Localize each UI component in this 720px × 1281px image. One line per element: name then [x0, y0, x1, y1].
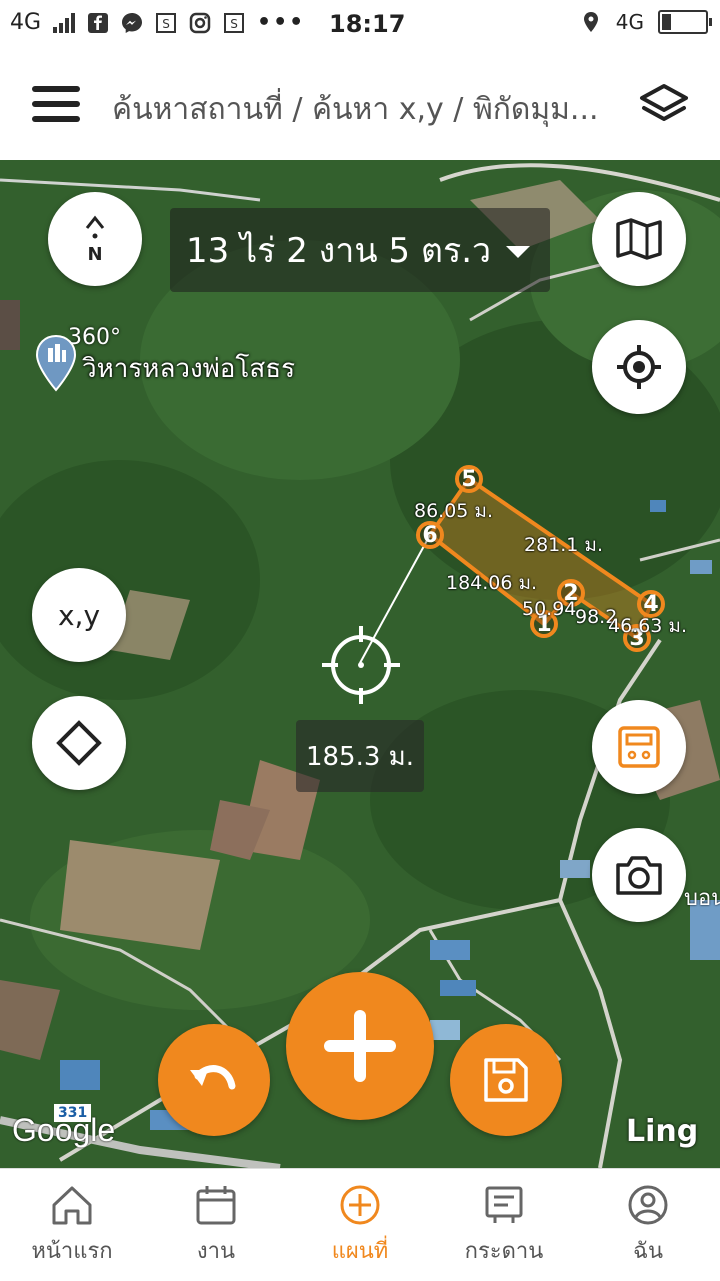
segment-length-6-1: 184.06 ม. [446, 572, 538, 594]
nav-me[interactable]: ฉัน [576, 1169, 720, 1281]
nav-board-label: กระดาน [464, 1239, 544, 1264]
undo-icon [190, 1065, 236, 1090]
nav-me-label: ฉัน [632, 1239, 664, 1264]
crosshair-icon [322, 626, 400, 704]
sticker-icon-2: S [224, 12, 245, 33]
shape-tool-button[interactable] [32, 696, 126, 790]
camera-icon [616, 856, 662, 895]
camera-button[interactable] [592, 828, 686, 922]
nav-tasks[interactable]: งาน [144, 1169, 288, 1281]
more-notifications-icon: ••• [257, 10, 306, 35]
place-name-label[interactable]: วิหารหลวงพ่อโสธร [82, 348, 295, 389]
chevron-down-icon [506, 246, 530, 258]
area-summary-dropdown[interactable]: 13 ไร่ 2 งาน 5 ตร.ว [170, 208, 550, 292]
xy-label: x,y [57, 598, 101, 632]
add-point-button[interactable] [286, 972, 434, 1120]
calendar-icon [196, 1186, 236, 1225]
nav-home-label: หน้าแรก [31, 1239, 113, 1264]
signal-icon [53, 12, 76, 33]
diamond-icon [56, 720, 102, 766]
sticker-icon: S [156, 12, 177, 33]
map-edge-label: บอน [684, 886, 720, 911]
compass-north-label: N [87, 244, 103, 265]
nav-home[interactable]: หน้าแรก [0, 1169, 144, 1281]
board-icon [485, 1186, 523, 1223]
segment-length-3-4: 46.63 ม. [608, 615, 687, 637]
compass-button[interactable]: N [48, 192, 142, 286]
xy-search-button[interactable]: x,y [32, 568, 126, 662]
floppy-disk-icon [484, 1058, 528, 1102]
segment-length-5-4: 281.1 ม. [524, 534, 603, 556]
calculator-button[interactable] [592, 700, 686, 794]
menu-icon[interactable] [32, 86, 80, 122]
nav-tasks-label: งาน [196, 1239, 236, 1264]
map-view[interactable]: 1 2 3 4 5 6 86.05 ม. 281.1 ม. 184.06 ม. … [0, 160, 720, 1168]
app-header: ค้นหาสถานที่ / ค้นหา x,y / พิกัดมุม... [0, 50, 720, 160]
undo-button[interactable] [158, 1024, 270, 1136]
plus-icon [324, 1010, 396, 1082]
nav-board[interactable]: กระดาน [432, 1169, 576, 1281]
save-button[interactable] [450, 1024, 562, 1136]
map-type-button[interactable] [592, 192, 686, 286]
nav-map[interactable]: แผนที่ [288, 1169, 432, 1281]
layers-icon[interactable] [638, 82, 690, 126]
svg-text:S: S [162, 17, 170, 31]
segment-length-1-2: 50.94 [522, 598, 577, 620]
status-right: 4G [580, 10, 712, 34]
clock: 18:17 [329, 10, 406, 38]
battery-icon [658, 10, 712, 34]
nav-map-label: แผนที่ [331, 1239, 389, 1264]
svg-text:S: S [230, 17, 238, 31]
facebook-icon [88, 12, 109, 33]
user-icon [628, 1185, 668, 1225]
status-left: 4G S S ••• [10, 10, 305, 35]
segment-length-5-6: 86.05 ม. [414, 500, 493, 522]
location-icon [583, 12, 598, 32]
status-bar: 4G S S ••• 18:17 4G [0, 0, 720, 50]
target-location-icon [617, 345, 661, 389]
folded-map-icon [616, 218, 662, 260]
bottom-navigation: หน้าแรก งาน แผนที่ กระดาน ฉัน [0, 1168, 720, 1281]
crosshair-distance: 185.3 ม. [296, 720, 424, 792]
plus-circle-icon [340, 1185, 380, 1225]
plot-node-5[interactable]: 5 [455, 465, 483, 493]
instagram-icon [189, 12, 211, 33]
network-type: 4G [10, 10, 42, 35]
home-icon [52, 1186, 92, 1225]
map-corner-label: Ling [626, 1114, 699, 1149]
breadcrumb[interactable]: ค้นหาสถานที่ / ค้นหา x,y / พิกัดมุม... [112, 86, 617, 133]
calculator-icon [618, 726, 660, 768]
my-location-button[interactable] [592, 320, 686, 414]
area-summary-text: 13 ไร่ 2 งาน 5 ตร.ว [186, 231, 492, 271]
map-pin-icon[interactable] [34, 334, 78, 392]
network-type-right: 4G [615, 10, 644, 34]
road-sign: 331 [54, 1104, 92, 1122]
messenger-icon [122, 12, 143, 33]
